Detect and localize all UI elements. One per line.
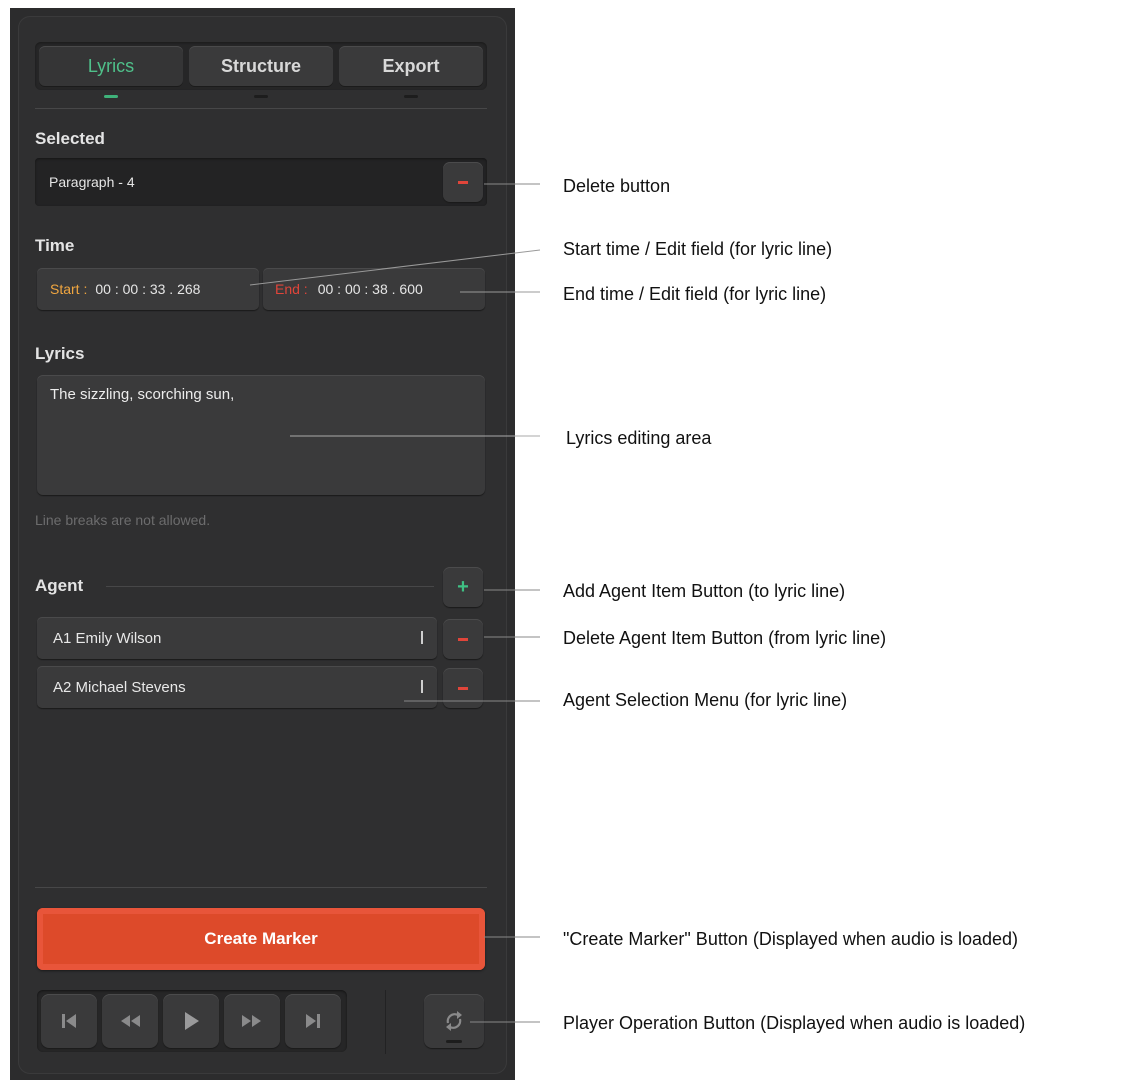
annotation-delete-agent: Delete Agent Item Button (from lyric lin… — [563, 628, 887, 648]
annotation-end-time: End time / Edit field (for lyric line) — [563, 284, 827, 304]
annotation-add-agent: Add Agent Item Button (to lyric line) — [563, 581, 846, 601]
annotation-agent-menu: Agent Selection Menu (for lyric line) — [563, 690, 848, 710]
annotation-player-buttons: Player Operation Button (Displayed when … — [563, 1013, 1026, 1033]
annotation-delete-button: Delete button — [563, 176, 671, 196]
annotation-create-marker: "Create Marker" Button (Displayed when a… — [563, 929, 1019, 949]
annotation-lines — [249, 183, 541, 1023]
annotation-lyrics-area: Lyrics editing area — [566, 428, 712, 448]
annotation-start-time: Start time / Edit field (for lyric line) — [563, 239, 833, 259]
